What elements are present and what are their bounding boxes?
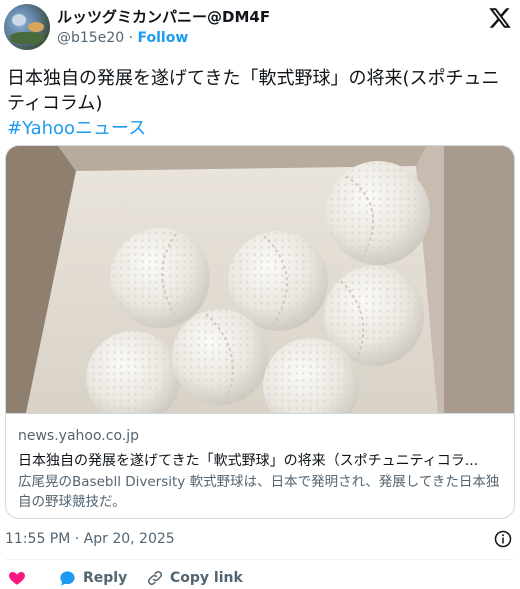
link-card[interactable]: news.yahoo.co.jp 日本独自の発展を遂げてきた「軟式野球」の将来（… (5, 145, 515, 519)
x-logo-icon[interactable] (488, 6, 512, 30)
reply-button[interactable]: Reply (58, 567, 127, 589)
tweet-text: 日本独自の発展を遂げてきた「軟式野球」の将来(スポチュニティコラム) #Yaho… (7, 66, 513, 141)
card-description: 広尾晃のBasebll Diversity 軟式野球は、日本で発明され、発展して… (18, 474, 500, 510)
reply-bubble-icon (60, 570, 75, 586)
ball-2 (110, 228, 210, 328)
ball-6 (172, 309, 268, 405)
card-title: 日本独自の発展を遂げてきた「軟式野球」の将来（スポチュニティコラ... (18, 453, 479, 469)
display-name[interactable]: ルッツグミカンパニー@DM4F (57, 6, 270, 27)
handle[interactable]: @b15e20 (57, 30, 124, 46)
reply-label: Reply (83, 570, 128, 586)
copy-link-label: Copy link (170, 570, 243, 586)
info-icon[interactable] (494, 530, 512, 548)
timestamp[interactable]: 11:55 PM · Apr 20, 2025 (5, 531, 175, 547)
tweet-body: 日本独自の発展を遂げてきた「軟式野球」の将来(スポチュニティコラム) (7, 68, 500, 114)
tweet-header: ルッツグミカンパニー@DM4F @b15e20 · Follow (0, 0, 520, 58)
copy-link-button[interactable]: Copy link (146, 567, 243, 589)
hashtag-link[interactable]: #Yahooニュース (7, 116, 513, 141)
card-image[interactable] (6, 146, 514, 413)
card-meta[interactable]: news.yahoo.co.jp 日本独自の発展を遂げてきた「軟式野球」の将来（… (6, 413, 514, 518)
follow-button[interactable]: Follow (138, 30, 189, 46)
avatar[interactable] (4, 4, 50, 50)
ball-1 (326, 161, 430, 265)
card-domain: news.yahoo.co.jp (18, 428, 139, 444)
like-button[interactable] (8, 567, 26, 589)
divider (5, 559, 513, 560)
link-icon (147, 570, 163, 586)
handle-row: @b15e20 · Follow (57, 30, 188, 46)
action-bar: Reply Copy link (0, 567, 520, 589)
heart-icon (9, 572, 25, 585)
separator: · (128, 30, 134, 46)
